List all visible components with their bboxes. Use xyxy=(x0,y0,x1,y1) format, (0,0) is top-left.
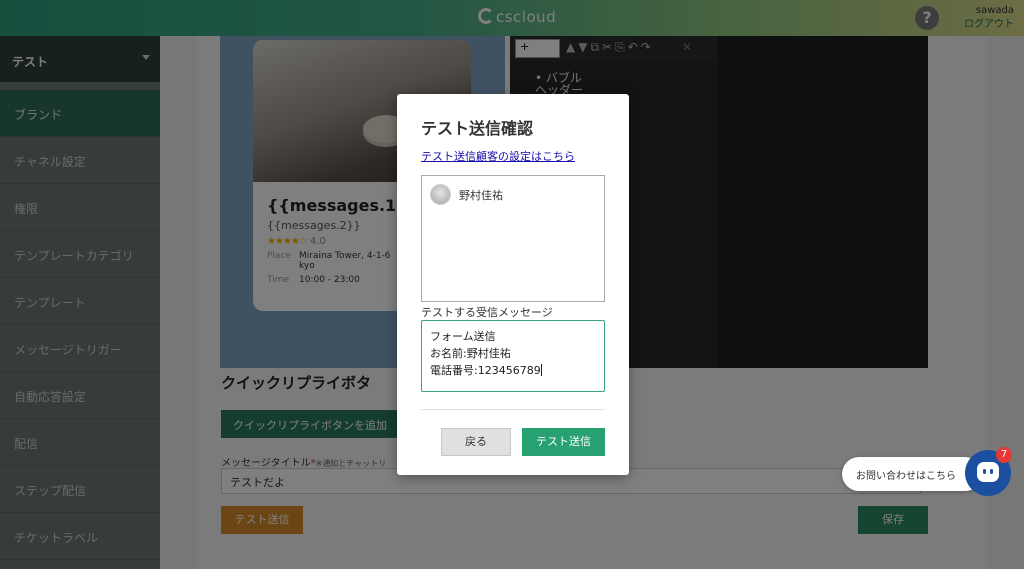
text-cursor xyxy=(540,364,542,376)
contact-bubble[interactable]: お問い合わせはこちら xyxy=(842,457,982,491)
back-button[interactable]: 戻る xyxy=(441,428,511,456)
customer-list: 野村佳祐 xyxy=(421,175,605,302)
received-message-label: テストする受信メッセージ xyxy=(421,306,553,319)
notification-badge: 7 xyxy=(996,447,1012,463)
customer-settings-link[interactable]: テスト送信顧客の設定はこちら xyxy=(421,148,575,164)
customer-name: 野村佳祐 xyxy=(459,188,503,202)
test-send-modal: テスト送信確認 テスト送信顧客の設定はこちら 野村佳祐 テストする受信メッセージ… xyxy=(397,94,629,475)
customer-item[interactable]: 野村佳祐 xyxy=(430,184,503,205)
received-message-textarea[interactable]: フォーム送信 お名前:野村佳祐 電話番号:123456789 xyxy=(421,320,605,392)
modal-title: テスト送信確認 xyxy=(421,119,534,138)
chat-face-icon xyxy=(977,462,999,482)
send-test-button[interactable]: テスト送信 xyxy=(522,428,605,456)
avatar xyxy=(430,184,451,205)
received-message-text: フォーム送信 お名前:野村佳祐 電話番号:123456789 xyxy=(430,330,541,377)
modal-divider xyxy=(421,409,605,410)
